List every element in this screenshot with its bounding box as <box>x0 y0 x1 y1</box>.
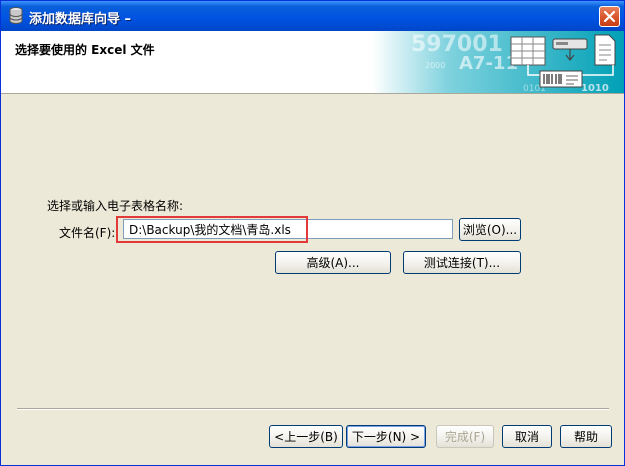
title-bar[interactable]: 添加数据库向导 – <box>1 1 624 31</box>
close-button[interactable] <box>599 6 620 27</box>
wizard-header: 选择要使用的 Excel 文件 597001 A7-11 2000 1010 0… <box>1 31 624 94</box>
test-connection-button[interactable]: 测试连接(T)... <box>403 251 521 274</box>
wizard-content: 选择或输入电子表格名称: 文件名(F): 浏览(O)... 高级(A)... 测… <box>1 94 624 465</box>
file-name-label: 文件名(F): <box>59 226 116 240</box>
footer-separator <box>17 408 609 410</box>
browse-button[interactable]: 浏览(O)... <box>459 218 521 241</box>
help-button[interactable]: 帮助 <box>560 425 612 448</box>
next-button[interactable]: 下一步(N) > <box>346 425 426 448</box>
spreadsheet-prompt-label: 选择或输入电子表格名称: <box>47 199 184 213</box>
barcode-icon <box>539 70 583 88</box>
wizard-window: 添加数据库向导 – 选择要使用的 Excel 文件 597001 A7-11 2… <box>0 0 625 466</box>
banner-text-binary: 1010 <box>581 83 609 93</box>
banner-text-year: 2000 <box>425 61 445 70</box>
page-title: 选择要使用的 Excel 文件 <box>15 43 155 57</box>
spreadsheet-icon <box>510 36 546 66</box>
back-button[interactable]: <上一步(B) <box>269 425 343 448</box>
banner-text-code: A7-11 <box>459 53 518 74</box>
finish-button[interactable]: 完成(F) <box>436 425 494 448</box>
window-title: 添加数据库向导 – <box>29 12 132 27</box>
document-icon <box>594 34 616 66</box>
header-banner-image: 597001 A7-11 2000 1010 0101 <box>373 31 624 93</box>
cancel-button[interactable]: 取消 <box>502 425 552 448</box>
advanced-button[interactable]: 高级(A)... <box>275 251 391 274</box>
file-name-input[interactable] <box>123 219 453 239</box>
close-icon <box>604 11 615 22</box>
database-icon <box>9 7 23 24</box>
